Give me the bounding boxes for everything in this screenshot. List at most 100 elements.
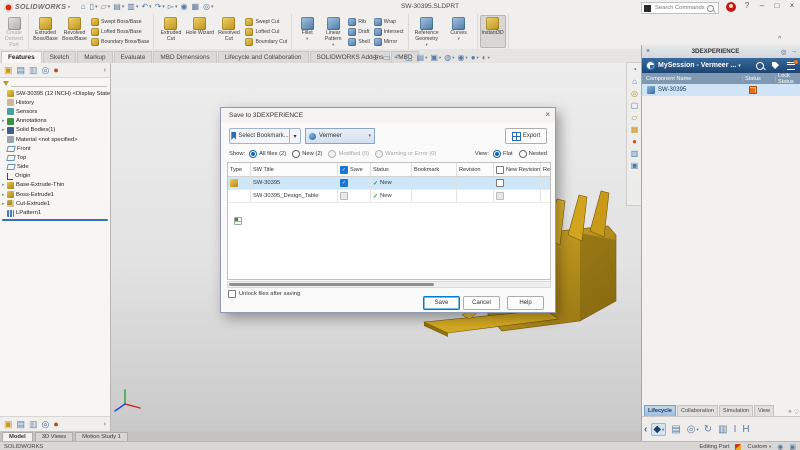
- ribbon-modify-small-button[interactable]: Shell: [348, 37, 370, 47]
- component-row[interactable]: SW-30395: [642, 84, 800, 96]
- screen-icon[interactable]: ▣: [631, 161, 639, 170]
- search-input[interactable]: [653, 4, 707, 12]
- tree-item[interactable]: Sensors: [0, 107, 110, 116]
- select-bookmark-button[interactable]: Select Bookmark...: [229, 128, 291, 144]
- show-filter-radio[interactable]: Warning or Error (0): [375, 150, 436, 158]
- search-icon[interactable]: [707, 5, 714, 12]
- save-checkbox[interactable]: ✓: [340, 192, 348, 200]
- session-search-icon[interactable]: [756, 62, 764, 70]
- appearance-sphere-icon[interactable]: ●: [632, 137, 637, 146]
- new-revision-column-header[interactable]: New Revision: [494, 163, 541, 176]
- ribbon-cut-small-button[interactable]: Swept Cut: [245, 17, 287, 27]
- commandmanager-tab[interactable]: Sketch: [43, 51, 77, 63]
- ribbon-modify-small-button[interactable]: Rib: [348, 17, 370, 27]
- ribbon-cut-button[interactable]: Hole Wizard: [185, 15, 214, 48]
- panel-pin-icon[interactable]: →: [791, 48, 798, 55]
- save-button[interactable]: Save: [423, 296, 460, 310]
- favorites-icon[interactable]: ♡: [794, 409, 799, 416]
- previous-view-icon[interactable]: ↶: [394, 53, 402, 62]
- panel-tab[interactable]: View: [754, 405, 774, 416]
- image-icon[interactable]: ▦: [631, 125, 639, 134]
- tree-item[interactable]: Side: [0, 163, 110, 172]
- session-tag-icon[interactable]: [772, 62, 779, 69]
- commandmanager-tab[interactable]: Features: [1, 51, 42, 63]
- commandmanager-tab[interactable]: Lifecycle and Collaboration: [218, 51, 309, 63]
- view-tab[interactable]: Model: [2, 432, 33, 441]
- save-cell[interactable]: ✓: [338, 177, 371, 189]
- ribbon-boss-button[interactable]: Revolved Boss/Base: [60, 15, 89, 48]
- new-revision-cell[interactable]: [494, 177, 541, 189]
- tree-filter[interactable]: [0, 78, 110, 88]
- table-horizontal-scrollbar[interactable]: [227, 281, 551, 288]
- save-cell[interactable]: ✓: [338, 190, 371, 202]
- evaluate-icon[interactable]: ▦: [191, 3, 200, 11]
- ribbon-modify-small-button[interactable]: Draft: [348, 27, 370, 37]
- filter-input[interactable]: [11, 80, 107, 87]
- units-selector[interactable]: Custom ▾: [747, 444, 771, 450]
- new-revision-checkbox[interactable]: [496, 192, 504, 200]
- show-filter-radio[interactable]: New (2): [292, 150, 322, 158]
- expand-tabs-icon[interactable]: ›: [104, 421, 106, 428]
- rollback-bar[interactable]: [2, 219, 108, 221]
- featuremanager-tree-tab-icon[interactable]: ▣: [4, 65, 13, 75]
- undo-icon[interactable]: ↶▾: [141, 3, 151, 11]
- show-filter-radio[interactable]: Modified (0): [328, 150, 369, 158]
- screen-status-icon[interactable]: ▣: [789, 443, 796, 450]
- home-icon[interactable]: ⌂: [81, 3, 87, 11]
- structure-icon[interactable]: H: [742, 424, 750, 435]
- refresh-icon[interactable]: ↻: [704, 424, 713, 435]
- unlock-checkbox[interactable]: [228, 290, 236, 298]
- ribbon-reference-button[interactable]: Curves▾: [443, 15, 475, 48]
- radio-icon[interactable]: [493, 150, 501, 158]
- model-box-icon[interactable]: ▢: [631, 101, 639, 110]
- ribbon-cut-small-button[interactable]: Boundary Cut: [245, 37, 287, 47]
- show-filter-radio[interactable]: All files (2): [249, 150, 286, 158]
- select-all-checkbox[interactable]: ✓: [340, 166, 348, 174]
- file-row[interactable]: SW-30395 ✓ ✓New: [228, 177, 550, 190]
- tree-item[interactable]: ▸Solid Bodies(1): [0, 126, 110, 135]
- table-icon[interactable]: ▥: [631, 149, 639, 158]
- commandmanager-tab[interactable]: Markup: [77, 51, 112, 63]
- displaymanager-tab-icon[interactable]: ●: [53, 419, 58, 429]
- home-icon[interactable]: ⌂: [632, 77, 637, 86]
- display-style-icon[interactable]: ◍▾: [444, 53, 454, 62]
- radio-icon[interactable]: [519, 150, 527, 158]
- search-commands-box[interactable]: [641, 2, 719, 14]
- tabs-overflow-icon[interactable]: »: [788, 409, 791, 416]
- tree-item[interactable]: Origin: [0, 172, 110, 181]
- save-lifecycle-icon[interactable]: ◆▾: [651, 423, 666, 436]
- new-revision-checkbox[interactable]: [496, 179, 504, 187]
- tree-item[interactable]: ▸Annotations: [0, 117, 110, 126]
- view-orientation-icon[interactable]: ▣▾: [430, 53, 441, 62]
- menu-expand-icon[interactable]: ▸: [68, 4, 71, 10]
- tree-item[interactable]: SW-30395 (12 INCH) <Display State-2>: [0, 89, 110, 98]
- create-derived-part-button[interactable]: Create Derived Part: [2, 15, 26, 48]
- ribbon-modify-small-button[interactable]: Mirror: [374, 37, 404, 47]
- featuremanager-tree-tab-icon[interactable]: ▣: [4, 419, 13, 429]
- collapse-ribbon-icon[interactable]: ^: [778, 36, 781, 43]
- help-button[interactable]: Help: [507, 296, 544, 310]
- section-view-icon[interactable]: ◫: [405, 53, 414, 62]
- bom-list-icon[interactable]: ▥: [718, 424, 728, 435]
- tree-item[interactable]: ▸Boss-Extrude1: [0, 190, 110, 199]
- ribbon-boss-small-button[interactable]: Lofted Boss/Base: [91, 27, 149, 37]
- dialog-close-icon[interactable]: ×: [545, 110, 550, 119]
- ribbon-boss-small-button[interactable]: Boundary Boss/Base: [91, 37, 149, 47]
- scrollbar-thumb[interactable]: [229, 283, 434, 286]
- annotation-views-icon[interactable]: ▤▾: [417, 53, 428, 62]
- open-file-icon[interactable]: ▱▾: [101, 3, 111, 11]
- close-icon[interactable]: ×: [786, 1, 798, 10]
- radio-icon[interactable]: [249, 150, 257, 158]
- ribbon-cut-small-button[interactable]: Lofted Cut: [245, 27, 287, 37]
- ribbon-reference-button[interactable]: Reference Geometry▾: [411, 15, 443, 48]
- session-title[interactable]: MySession - Vermeer ...: [658, 62, 736, 69]
- explore-icon[interactable]: ◎▾: [687, 424, 699, 435]
- scene-icon[interactable]: ◐▾: [482, 53, 490, 62]
- new-revision-cell[interactable]: [494, 190, 541, 202]
- dimension-icon[interactable]: I: [734, 424, 738, 435]
- bookmark-dropdown-icon[interactable]: ▾: [289, 128, 301, 144]
- bookmark-combobox[interactable]: Vermeer ▾: [305, 128, 375, 144]
- options-icon[interactable]: ◎▾: [203, 3, 214, 11]
- database-icon[interactable]: ▤: [671, 424, 681, 435]
- session-menu-icon[interactable]: [787, 62, 795, 70]
